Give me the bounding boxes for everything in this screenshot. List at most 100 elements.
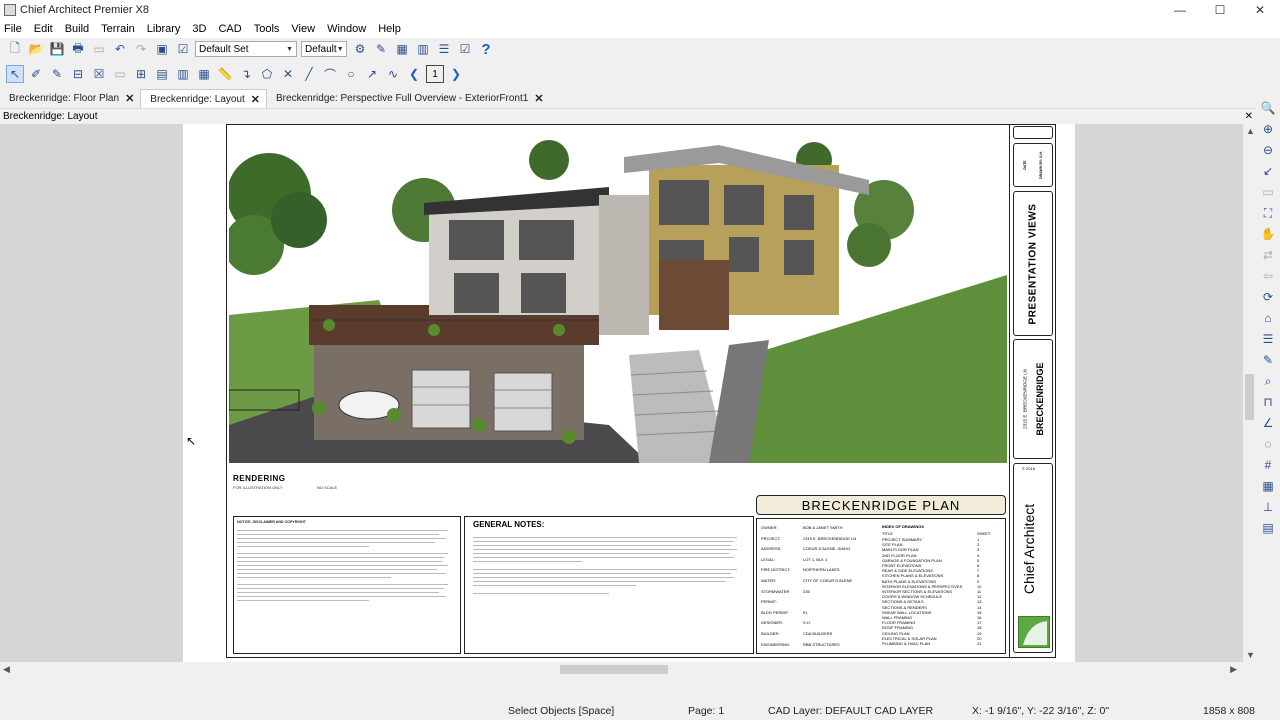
maximize-button[interactable]: ☐ <box>1200 0 1240 20</box>
zoom-out-icon[interactable]: ⊖ <box>1259 141 1277 159</box>
grid-icon[interactable]: ▦ <box>1259 477 1277 495</box>
blank-icon[interactable]: ▭ <box>111 65 129 83</box>
object-snap-icon[interactable]: ◌ <box>1259 435 1277 453</box>
schedule-icon[interactable]: ☰ <box>435 40 453 58</box>
close-window-button[interactable]: ✕ <box>1240 0 1280 20</box>
layer-icon[interactable]: ☰ <box>1259 330 1277 348</box>
layout-canvas[interactable]: RENDERING FOR ILLUSTRATION ONLY NO SCALE… <box>0 124 1243 662</box>
open-folder-icon[interactable]: 📂 <box>27 40 45 58</box>
date-label: DATE <box>1023 160 1028 170</box>
vertical-scrollbar[interactable]: ▲ ▼ <box>1243 124 1256 662</box>
dimension-icon[interactable]: 📏 <box>216 65 234 83</box>
project-info-row: WATER: CITY OF COEUR D'ALENE <box>761 576 871 587</box>
horizontal-scroll-thumb[interactable] <box>560 665 668 674</box>
zoom-icon[interactable]: 🔍 <box>1259 99 1277 117</box>
menu-build[interactable]: Build <box>65 23 89 35</box>
send-to-layout-icon[interactable]: ⊞ <box>132 65 150 83</box>
close-icon[interactable]: ✕ <box>251 93 260 106</box>
notice-heading: NOTICE, DISCLAIMER AND COPYRIGHT <box>237 520 306 524</box>
close-icon[interactable]: ✕ <box>1245 109 1253 124</box>
layer-set-select[interactable]: Default Set ▼ <box>195 41 297 57</box>
delete-x-icon[interactable]: ☒ <box>90 65 108 83</box>
vertical-scroll-thumb[interactable] <box>1245 374 1254 420</box>
menu-library[interactable]: Library <box>147 23 181 35</box>
delete-icon[interactable]: ⊟ <box>69 65 87 83</box>
plane-icon[interactable]: ▤ <box>1259 519 1277 537</box>
magnet-icon[interactable]: ⊓ <box>1259 393 1277 411</box>
back-icon[interactable]: ⇦ <box>1259 267 1277 285</box>
house-view-icon[interactable]: ⌂ <box>1259 309 1277 327</box>
close-icon[interactable]: ✕ <box>534 92 543 105</box>
layer-set-icon[interactable]: ☑ <box>174 40 192 58</box>
tab-floor-plan[interactable]: Breckenridge: Floor Plan ✕ <box>0 89 140 108</box>
scroll-right-icon[interactable]: ▶ <box>1230 664 1237 675</box>
arrow-tool-icon[interactable]: ↴ <box>237 65 255 83</box>
menu-cad[interactable]: CAD <box>218 23 241 35</box>
spline-icon[interactable]: ∿ <box>384 65 402 83</box>
zoom-in-icon[interactable]: ⊕ <box>1259 120 1277 138</box>
cross-icon[interactable]: ✕ <box>279 65 297 83</box>
minimize-button[interactable]: — <box>1160 0 1200 20</box>
horizontal-scrollbar[interactable]: ◀ ▶ <box>0 662 1243 677</box>
edit-object-icon[interactable]: ✐ <box>27 65 45 83</box>
undo-zoom-icon[interactable]: ↙ <box>1259 162 1277 180</box>
layer-display-icon[interactable]: ▣ <box>153 40 171 58</box>
swap-icon[interactable]: ⇄ <box>1259 246 1277 264</box>
grid-snap-icon[interactable]: # <box>1259 456 1277 474</box>
scroll-up-icon[interactable]: ▲ <box>1246 126 1255 136</box>
print-icon[interactable]: 🖶 <box>69 40 87 58</box>
fill-window-all-icon[interactable]: ⛶ <box>1259 204 1277 222</box>
print-preview-icon[interactable]: ▭ <box>90 40 108 58</box>
open-object-icon[interactable]: ✎ <box>48 65 66 83</box>
pan-icon[interactable]: ✋ <box>1259 225 1277 243</box>
layout-sheet[interactable]: RENDERING FOR ILLUSTRATION ONLY NO SCALE… <box>226 124 1056 658</box>
checklist-icon[interactable]: ☑ <box>456 40 474 58</box>
layout-page-icon[interactable]: ▤ <box>153 65 171 83</box>
fill-window-icon[interactable]: ▭ <box>1259 183 1277 201</box>
page-setup-icon[interactable]: ▥ <box>174 65 192 83</box>
menu-window[interactable]: Window <box>327 23 366 35</box>
reference-icon[interactable]: ⊥ <box>1259 498 1277 516</box>
arc-icon[interactable]: ⌒ <box>321 65 339 83</box>
new-file-icon[interactable]: 🗋 <box>6 40 24 58</box>
text-style-select[interactable]: Default ▼ <box>301 41 347 57</box>
menu-3d[interactable]: 3D <box>192 23 206 35</box>
layout-box-icon[interactable]: ▦ <box>393 40 411 58</box>
save-icon[interactable]: 💾 <box>48 40 66 58</box>
callout-icon[interactable]: ↗ <box>363 65 381 83</box>
project-info-row: LEGAL: LOT 1, BLK 1 <box>761 555 871 566</box>
menu-view[interactable]: View <box>291 23 315 35</box>
edit-area-icon[interactable]: ✎ <box>1259 351 1277 369</box>
circle-icon[interactable]: ○ <box>342 65 360 83</box>
angle-snap-icon[interactable]: ∠ <box>1259 414 1277 432</box>
menu-help[interactable]: Help <box>378 23 401 35</box>
library-icon[interactable]: ▥ <box>414 40 432 58</box>
scroll-down-icon[interactable]: ▼ <box>1246 650 1255 660</box>
close-icon[interactable]: ✕ <box>125 92 134 105</box>
select-objects-icon[interactable]: ↖ <box>6 65 24 83</box>
polyline-icon[interactable]: ⬠ <box>258 65 276 83</box>
menu-file[interactable]: File <box>4 23 22 35</box>
menu-tools[interactable]: Tools <box>254 23 280 35</box>
tab-perspective[interactable]: Breckenridge: Perspective Full Overview … <box>267 89 550 108</box>
project-info-row: BUILDER: CDA BUILDERS <box>761 629 871 640</box>
rendering-view[interactable] <box>229 125 1007 463</box>
line-icon[interactable]: ╱ <box>300 65 318 83</box>
menu-edit[interactable]: Edit <box>34 23 53 35</box>
help-icon[interactable]: ? <box>477 40 495 58</box>
tab-layout[interactable]: Breckenridge: Layout ✕ <box>140 89 268 108</box>
redo-icon[interactable]: ↷ <box>132 40 150 58</box>
next-page-icon[interactable]: ❯ <box>447 65 465 83</box>
menu-terrain[interactable]: Terrain <box>101 23 135 35</box>
menu-bar: File Edit Build Terrain Library 3D CAD T… <box>0 20 1280 38</box>
tools-icon[interactable]: ⚙ <box>351 40 369 58</box>
search-icon[interactable]: ⌕ <box>1259 372 1277 390</box>
undo-icon[interactable]: ↶ <box>111 40 129 58</box>
wrench-icon[interactable]: ✎ <box>372 40 390 58</box>
grid-icon[interactable]: ▦ <box>195 65 213 83</box>
chevron-down-icon: ▼ <box>336 45 344 53</box>
page-number-box[interactable]: 1 <box>426 65 444 83</box>
scroll-left-icon[interactable]: ◀ <box>3 664 10 675</box>
refresh-icon[interactable]: ⟳ <box>1259 288 1277 306</box>
previous-page-icon[interactable]: ❮ <box>405 65 423 83</box>
